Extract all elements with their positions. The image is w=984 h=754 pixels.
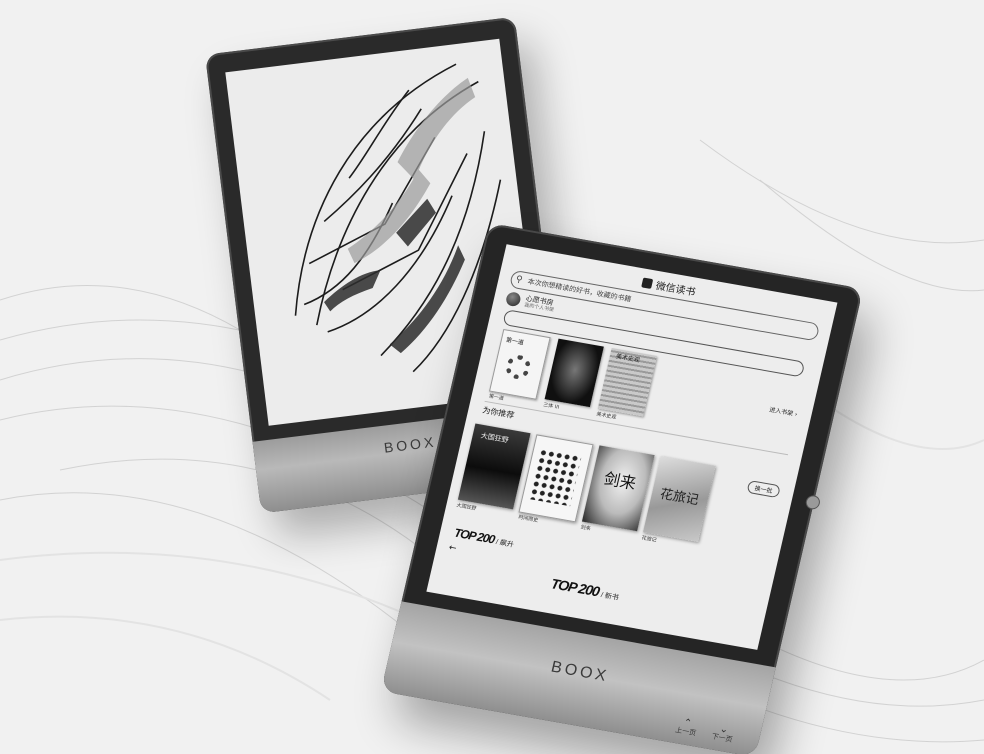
- product-photo: BOOX 微信读书 ⚲ 本次你想精读的好书，收藏的书籍 心愿书房 我的个人书架: [0, 0, 984, 754]
- ranking-label: TOP 200: [549, 575, 601, 600]
- book-cover[interactable]: 三体 III: [543, 338, 604, 411]
- dotted-ring-icon: [503, 353, 533, 381]
- book-cover[interactable]: 花旅记 花旅记: [640, 456, 716, 544]
- book-caption: 三体 III: [542, 402, 560, 411]
- bookshelf-link[interactable]: 进入书架 ›: [769, 404, 799, 418]
- book-cover[interactable]: 美术史观 美术史观: [596, 348, 658, 421]
- book-caption: 花旅记: [640, 535, 658, 544]
- book-cover-title: 第一道: [505, 336, 525, 347]
- search-icon: ⚲: [514, 274, 524, 286]
- refresh-button[interactable]: 换一批: [746, 479, 781, 499]
- ranking-suffix: / 飙升: [495, 538, 515, 549]
- book-caption: 大国狂野: [455, 502, 477, 512]
- page-down-label: 下一页: [710, 732, 734, 744]
- boox-logo: BOOX: [549, 658, 611, 686]
- book-cover[interactable]: 大国狂野 大国狂野: [455, 423, 531, 512]
- dot-pattern-icon: [528, 448, 582, 507]
- front-screen: 微信读书 ⚲ 本次你想精读的好书，收藏的书籍 心愿书房 我的个人书架 第一道 第…: [426, 244, 838, 650]
- book-cover-title: 大国狂野: [479, 431, 510, 445]
- ranking-banner-bottom[interactable]: TOP 200 / 新书: [550, 575, 622, 603]
- book-cover-title: 美术史观: [615, 353, 641, 365]
- ranking-banner-top[interactable]: TOP 200 / 飙升: [453, 526, 516, 550]
- back-arrow-icon[interactable]: ←: [448, 543, 458, 554]
- app-logo-icon: [641, 277, 654, 289]
- book-cover[interactable]: 时间简史: [517, 434, 594, 524]
- book-cover-title: 花旅记: [658, 486, 701, 509]
- book-cover-title: 剑来: [602, 468, 638, 494]
- page-up-label: 上一页: [674, 725, 697, 738]
- page-keys: ⌃ 上一页 ⌄ 下一页: [674, 717, 735, 745]
- book-caption: 剑来: [579, 524, 592, 533]
- section-title: 为你推荐: [481, 405, 516, 421]
- ranking-label: TOP 200: [452, 525, 496, 547]
- book-cover[interactable]: 第一道 第一道: [488, 328, 551, 402]
- book-caption: 美术史观: [595, 411, 617, 421]
- ranking-suffix: / 新书: [600, 592, 620, 602]
- recommendations: 大国狂野 大国狂野 时间简史 剑来 剑来 花旅记 花旅记: [455, 423, 716, 544]
- avatar: [504, 291, 522, 308]
- page-down-key[interactable]: ⌄ 下一页: [711, 724, 736, 745]
- book-cover[interactable]: 剑来 剑来: [579, 445, 655, 533]
- page-up-key[interactable]: ⌃ 上一页: [674, 717, 699, 738]
- book-caption: 时间简史: [517, 514, 539, 524]
- book-caption: 第一道: [488, 393, 505, 402]
